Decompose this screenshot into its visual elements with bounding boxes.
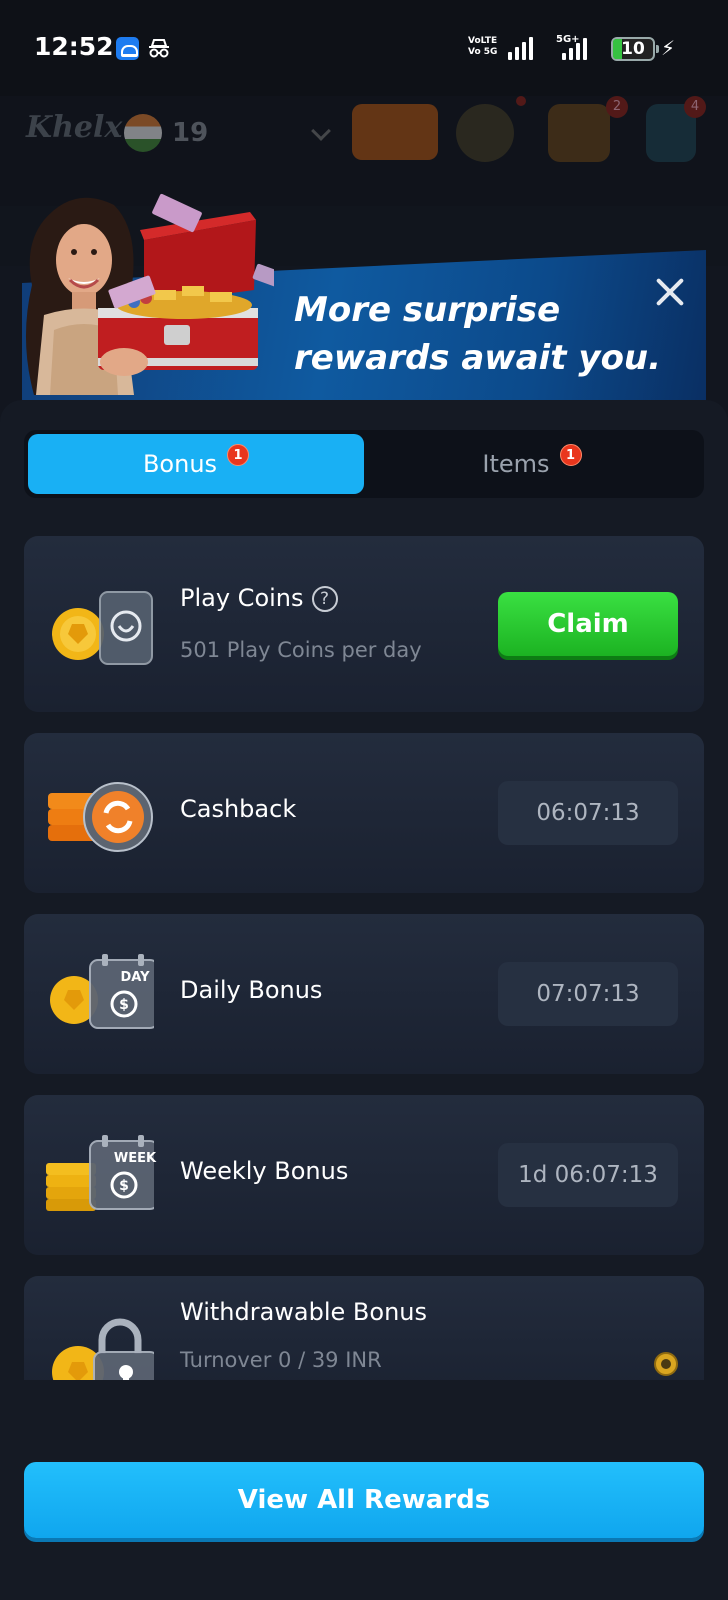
battery-icon: 10 (611, 37, 659, 61)
chevron-down-icon (311, 121, 331, 141)
play-coins-card: Play Coins? 501 Play Coins per day Claim (24, 536, 704, 712)
weekly-bonus-timer: 1d 06:07:13 (498, 1143, 678, 1207)
status-time: 12:52 (34, 32, 114, 61)
banner-headline: More surprise rewards await you. (294, 290, 662, 378)
battery-level: 10 (621, 39, 645, 59)
pot-badge (516, 96, 526, 106)
svg-text:$: $ (119, 1178, 129, 1194)
network-label: VoLTE Vo 5G (468, 36, 498, 57)
tab-bonus-badge: 1 (227, 444, 250, 466)
tab-bonus-label: Bonus (142, 450, 218, 478)
weekly-bonus-title: Weekly Bonus (180, 1157, 349, 1185)
charging-icon: ⚡ (661, 36, 676, 60)
cashback-title: Cashback (180, 795, 297, 823)
treasure-pot-icon (456, 104, 514, 162)
close-button[interactable] (648, 270, 692, 314)
play-coins-subtitle: 501 Play Coins per day (180, 638, 422, 662)
svg-text:$: $ (119, 997, 129, 1013)
view-all-rewards-button[interactable]: View All Rewards (24, 1462, 704, 1538)
incognito-icon (149, 39, 169, 58)
cashback-card: Cashback 06:07:13 (24, 733, 704, 893)
wallet-button (352, 104, 438, 160)
woman-treasure-chest-illustration (25, 193, 274, 395)
gift-badge: 2 (606, 96, 628, 118)
daily-bonus-card: $ DAY Daily Bonus 07:07:13 (24, 914, 704, 1074)
claim-button[interactable]: Claim (498, 592, 678, 656)
app-logo: Khelx (26, 110, 123, 145)
withdrawable-title: Withdrawable Bonus (180, 1298, 428, 1326)
signal-icon (508, 36, 538, 60)
help-icon[interactable]: ? (311, 586, 338, 612)
play-coins-title: Play Coins? (180, 584, 338, 612)
india-flag-icon (124, 114, 162, 152)
daily-bonus-timer: 07:07:13 (498, 962, 678, 1026)
screen: { "status_bar": { "time": "12:52", "netw… (0, 0, 728, 1600)
weekly-bonus-card: $ WEEK Weekly Bonus 1d 06:07:13 (24, 1095, 704, 1255)
tab-items-badge: 1 (559, 444, 582, 466)
cashback-timer: 06:07:13 (498, 781, 678, 845)
gift-box-icon (548, 104, 610, 162)
header-count: 19 (172, 118, 209, 148)
tab-items[interactable]: Items 1 (364, 434, 700, 494)
cloud-app-icon (116, 37, 139, 60)
play-coins-title-text: Play Coins (180, 584, 304, 612)
list-bottom-edge (0, 1380, 728, 1410)
withdrawable-subtitle: Turnover 0 / 39 INR (180, 1348, 382, 1372)
coin-icon (654, 1352, 678, 1376)
daily-calendar-icon: $ (50, 954, 154, 1029)
reward-tabs: Bonus 1 Items 1 (24, 430, 704, 498)
tab-items-label: Items (482, 450, 550, 478)
tab-bonus[interactable]: Bonus 1 (28, 434, 364, 494)
weekly-icon-label: WEEK (113, 1151, 157, 1166)
daily-bonus-title: Daily Bonus (180, 976, 323, 1004)
weekly-calendar-icon: $ (46, 1135, 154, 1211)
signal-icon-2 (562, 38, 592, 60)
status-bar: 12:52 VoLTE Vo 5G 5G+ 10 ⚡ (0, 0, 728, 96)
cashback-icon (48, 782, 153, 852)
daily-icon-label: DAY (120, 970, 150, 985)
support-badge: 4 (684, 96, 706, 118)
play-coins-icon (52, 591, 153, 665)
